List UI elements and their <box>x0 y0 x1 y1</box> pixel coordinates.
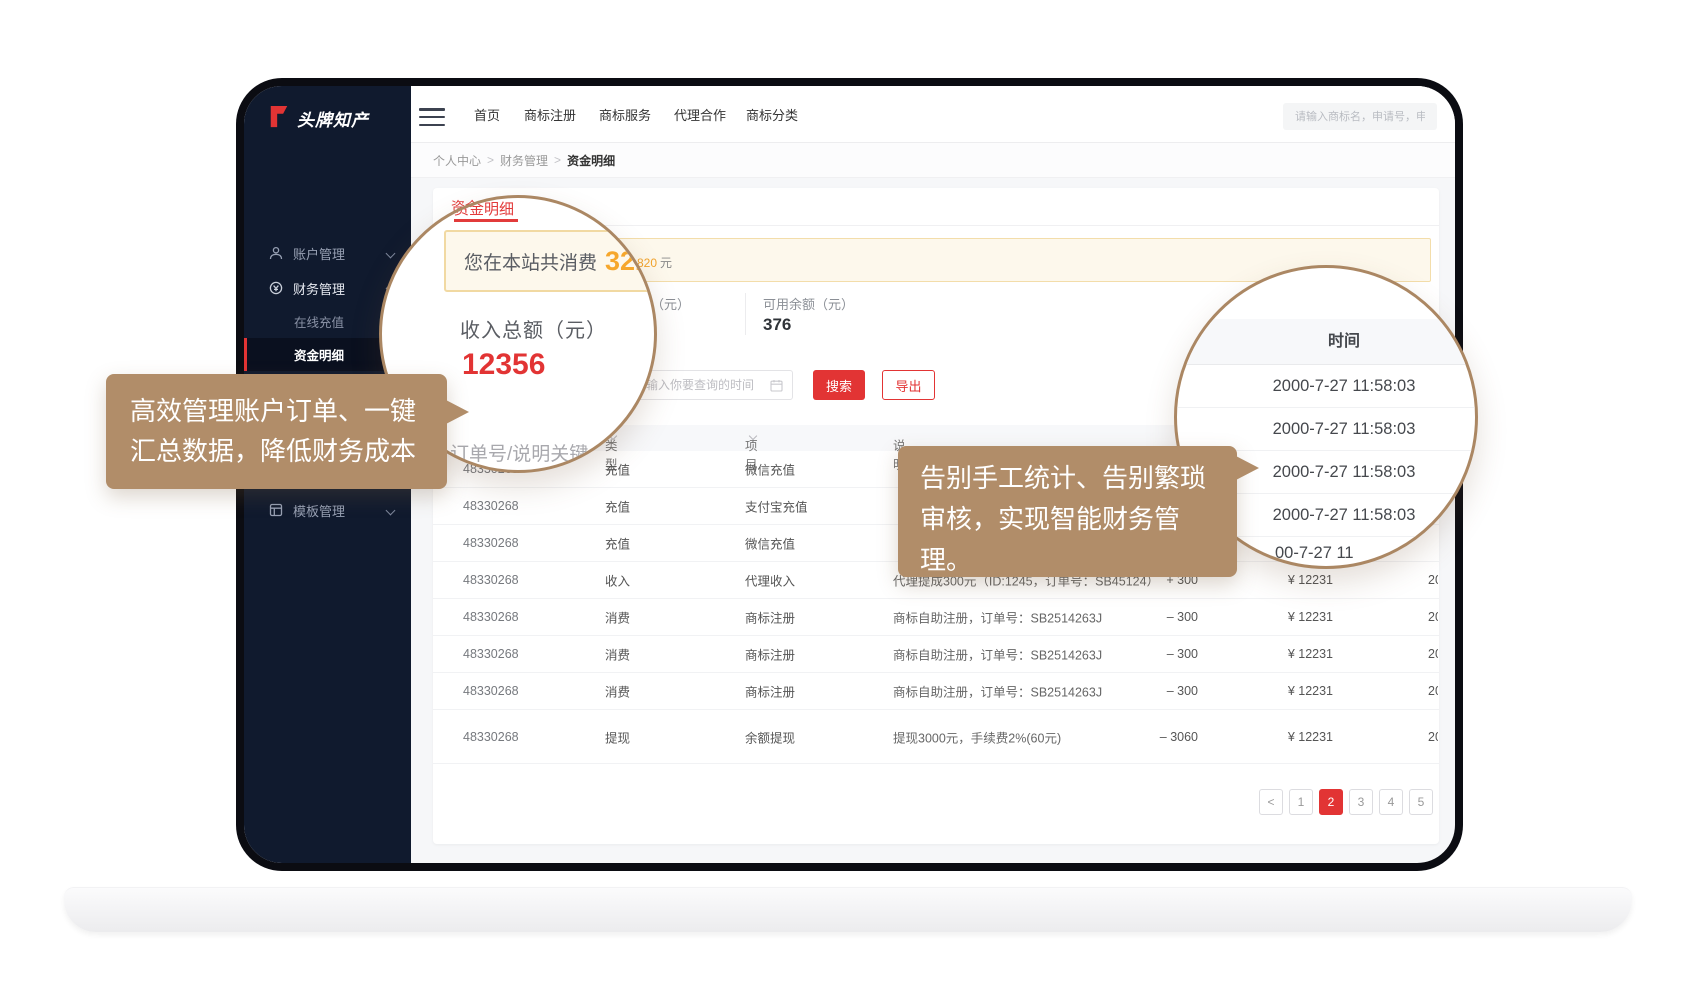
header-item[interactable]: 项目 <box>745 430 756 444</box>
sidebar-item-label: 财务管理 <box>293 279 345 298</box>
callout-line: 理。 <box>920 540 1237 581</box>
logo: 头牌知产 <box>268 104 369 135</box>
stat-divider <box>745 293 746 335</box>
magnified-time-row: 2000-7-27 11:58:03 <box>1177 365 1478 408</box>
pagination: < 1 2 3 4 5 <box>1259 789 1433 815</box>
sidebar-item-label: 模板管理 <box>293 501 345 520</box>
pagination-page-2-active[interactable]: 2 <box>1319 789 1343 815</box>
breadcrumb-item[interactable]: 财务管理 <box>500 152 548 169</box>
stat-balance-value: 376 <box>763 315 791 335</box>
callout-line: 审核，实现智能财务管 <box>920 499 1237 540</box>
table-row[interactable]: 48330268消费 商标注册商标自助注册，订单号：SB2514263J – 3… <box>433 599 1439 636</box>
magnified-tab-fragment: 资金明细 <box>454 198 514 219</box>
user-icon <box>269 246 283 260</box>
breadcrumb-current: 资金明细 <box>567 152 615 169</box>
stat-expense-label: （元） <box>651 294 690 313</box>
magnified-notice-bar: 您在本站共消费 32124 大 <box>444 230 657 292</box>
search-button[interactable]: 搜索 <box>813 370 865 400</box>
breadcrumb-item[interactable]: 个人中心 <box>433 152 481 169</box>
nav-item-home[interactable]: 首页 <box>474 86 500 143</box>
callout-left: 高效管理账户订单、一键 汇总数据，降低财务成本 <box>106 374 447 489</box>
breadcrumb: 个人中心 > 财务管理 > 资金明细 <box>411 143 1455 178</box>
callout-right-arrow <box>1234 455 1259 481</box>
logo-icon <box>268 104 290 135</box>
chevron-down-icon <box>386 248 396 258</box>
nav-item-agency[interactable]: 代理合作 <box>674 86 726 143</box>
magnified-column-header: 订单号/说明关键 <box>450 439 588 466</box>
sidebar-item-label: 账户管理 <box>293 244 345 263</box>
menu-icon[interactable] <box>419 108 445 126</box>
template-icon <box>269 503 283 517</box>
sidebar-sub-label: 资金明细 <box>294 345 344 364</box>
top-navbar: 首页 商标注册 商标服务 代理合作 商标分类 <box>411 86 1455 143</box>
magnified-time-header: 时间 <box>1177 319 1478 365</box>
magnified-time-row: 2000-7-27 11:58:03 <box>1177 408 1478 451</box>
nav-item-tm-register[interactable]: 商标注册 <box>524 86 576 143</box>
callout-left-arrow <box>444 399 469 425</box>
chevron-down-icon <box>386 505 396 515</box>
magnified-income-value: 12356 <box>462 348 545 382</box>
callout-line: 告别手工统计、告别繁琐 <box>920 458 1237 499</box>
pagination-page-5[interactable]: 5 <box>1409 789 1433 815</box>
callout-line: 汇总数据，降低财务成本 <box>130 431 447 471</box>
callout-line: 高效管理账户订单、一键 <box>130 391 447 431</box>
search-input[interactable] <box>1283 103 1437 130</box>
pagination-page-4[interactable]: 4 <box>1379 789 1403 815</box>
calendar-icon[interactable] <box>770 379 783 397</box>
stat-balance-label: 可用余额（元） <box>763 294 854 313</box>
table-row[interactable]: 48330268消费 商标注册商标自助注册，订单号：SB2514263J – 3… <box>433 636 1439 673</box>
table-row[interactable]: 48330268提现 余额提现提现3000元，手续费2%(60元) – 3060… <box>433 710 1439 764</box>
nav-item-tm-category[interactable]: 商标分类 <box>746 86 798 143</box>
laptop-base <box>64 887 1632 932</box>
magnified-tab-underline <box>454 219 518 222</box>
nav-item-tm-service[interactable]: 商标服务 <box>599 86 651 143</box>
table-row[interactable]: 48330268消费 商标注册商标自助注册，订单号：SB2514263J – 3… <box>433 673 1439 710</box>
brand-name: 头牌知产 <box>297 106 369 131</box>
pagination-prev[interactable]: < <box>1259 789 1283 815</box>
magnified-time-partial: 00-7-27 11 <box>1275 544 1354 563</box>
date-query-input[interactable] <box>632 370 793 400</box>
magnified-income-label: 收入总额（元） <box>460 314 607 343</box>
sidebar-item-templates[interactable]: 模板管理 <box>244 493 411 527</box>
finance-icon <box>269 281 283 295</box>
sidebar-item-account[interactable]: 账户管理 <box>244 236 411 270</box>
export-button[interactable]: 导出 <box>882 370 935 400</box>
callout-right: 告别手工统计、告别繁琐 审核，实现智能财务管 理。 <box>898 446 1237 577</box>
sidebar-sub-label: 在线充值 <box>294 312 344 331</box>
pagination-page-3[interactable]: 3 <box>1349 789 1373 815</box>
pagination-page-1[interactable]: 1 <box>1289 789 1313 815</box>
